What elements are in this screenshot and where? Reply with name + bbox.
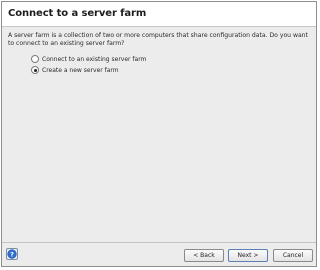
create-new-radio[interactable] xyxy=(31,66,39,74)
connect-existing-label[interactable]: Connect to an existing server farm xyxy=(42,56,146,63)
option-create-new[interactable]: Create a new server farm xyxy=(31,65,119,75)
connect-server-farm-dialog: Connect to a server farm A server farm i… xyxy=(1,1,317,267)
connect-existing-radio[interactable] xyxy=(31,55,39,63)
create-new-label[interactable]: Create a new server farm xyxy=(42,67,119,74)
svg-text:?: ? xyxy=(10,250,14,258)
help-icon: ? xyxy=(7,249,17,259)
back-button[interactable]: < Back xyxy=(184,249,224,262)
cancel-button[interactable]: Cancel xyxy=(273,249,313,262)
next-button[interactable]: Next > xyxy=(228,249,268,262)
help-button[interactable]: ? xyxy=(6,248,18,260)
page-title: Connect to a server farm xyxy=(8,8,147,19)
option-connect-existing[interactable]: Connect to an existing server farm xyxy=(31,54,146,64)
description-text: A server farm is a collection of two or … xyxy=(8,32,308,48)
dialog-header: Connect to a server farm xyxy=(2,2,316,27)
dialog-footer: ? < Back Next > Cancel xyxy=(2,242,316,266)
